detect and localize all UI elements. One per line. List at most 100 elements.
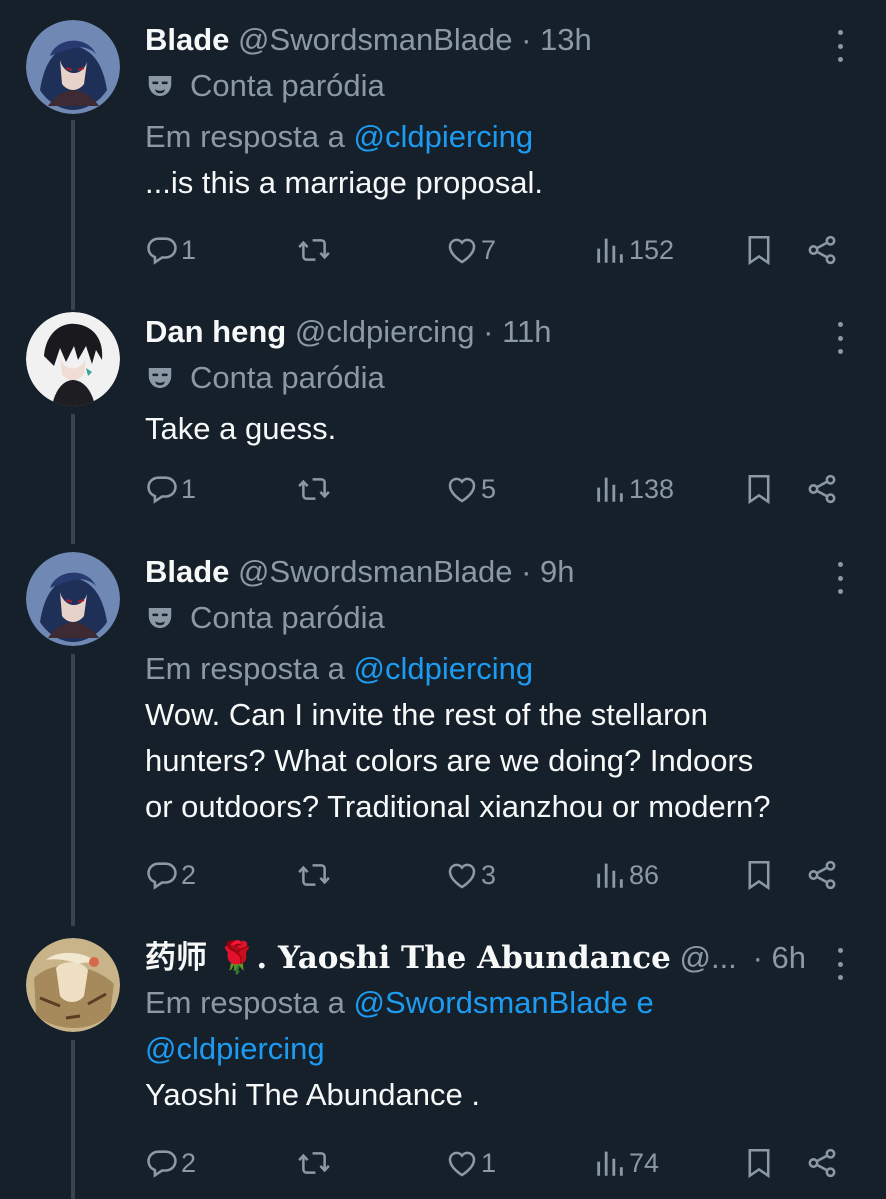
- thread-line: [71, 414, 75, 544]
- like-icon: [445, 233, 479, 267]
- share-button[interactable]: [805, 1141, 839, 1185]
- retweet-icon: [297, 858, 331, 892]
- separator: ·: [474, 314, 503, 349]
- share-icon: [805, 472, 839, 506]
- like-icon: [445, 858, 479, 892]
- bookmark-icon: [742, 472, 776, 506]
- thread-line: [71, 654, 75, 926]
- reply-count: 1: [181, 473, 197, 504]
- handle[interactable]: @SwordsmanBlade: [238, 554, 512, 589]
- like-count: 1: [481, 1147, 497, 1178]
- parody-mask-icon: [145, 603, 175, 633]
- views-button[interactable]: 152: [593, 228, 674, 272]
- reply-count: 1: [181, 234, 197, 265]
- display-name[interactable]: 药师 🌹. Yaoshi The Abundance: [145, 940, 671, 976]
- retweet-icon: [297, 233, 331, 267]
- tweet-text-line: hunters? What colors are we doing? Indoo…: [145, 743, 754, 778]
- display-name[interactable]: Blade: [145, 554, 229, 589]
- action-bar: 1 5 138: [145, 467, 845, 511]
- views-button[interactable]: 74: [593, 1141, 659, 1185]
- reply-context: Em resposta a @cldpiercing: [145, 114, 856, 160]
- reply-icon: [145, 858, 179, 892]
- tweet-time-wrap: · 6h: [753, 938, 806, 978]
- tweet-header: Dan heng @cldpiercing · 11h: [145, 312, 856, 352]
- reply-handle-link[interactable]: @SwordsmanBlade e: [353, 985, 653, 1020]
- bookmark-button[interactable]: [742, 1141, 776, 1185]
- reply-button[interactable]: 2: [145, 1141, 196, 1185]
- reply-button[interactable]: 1: [145, 228, 196, 272]
- retweet-button[interactable]: [297, 853, 333, 897]
- avatar[interactable]: [26, 552, 120, 646]
- reply-count: 2: [181, 859, 197, 890]
- timestamp[interactable]: 13h: [540, 22, 592, 57]
- more-icon[interactable]: [828, 948, 852, 980]
- tweet-text-line: Wow. Can I invite the rest of the stella…: [145, 697, 708, 732]
- separator: ·: [512, 554, 541, 589]
- bookmark-button[interactable]: [742, 228, 776, 272]
- thread-line: [71, 1040, 75, 1199]
- share-icon: [805, 858, 839, 892]
- like-button[interactable]: 1: [445, 1141, 496, 1185]
- reply-button[interactable]: 1: [145, 467, 196, 511]
- tweet-text: Yaoshi The Abundance .: [145, 1077, 480, 1112]
- like-count: 5: [481, 473, 497, 504]
- reply-handle-link[interactable]: @cldpiercing: [145, 1031, 325, 1066]
- reply-prefix: Em resposta a: [145, 985, 354, 1020]
- tweet-text: Wow. Can I invite the rest of the stella…: [145, 692, 856, 830]
- views-button[interactable]: 138: [593, 467, 674, 511]
- timestamp[interactable]: 11h: [502, 314, 551, 349]
- tweet-header: Blade @SwordsmanBlade · 13h: [145, 20, 856, 60]
- share-button[interactable]: [805, 467, 839, 511]
- like-button[interactable]: 7: [445, 228, 496, 272]
- retweet-button[interactable]: [297, 1141, 333, 1185]
- avatar[interactable]: [26, 938, 120, 1032]
- retweet-button[interactable]: [297, 467, 333, 511]
- reply-icon: [145, 472, 179, 506]
- views-icon: [593, 233, 627, 267]
- handle[interactable]: @...: [679, 940, 736, 975]
- parody-label: Conta paródia: [190, 600, 385, 635]
- bookmark-button[interactable]: [742, 853, 776, 897]
- like-count: 7: [481, 234, 497, 265]
- parody-mask-icon: [145, 363, 175, 393]
- handle[interactable]: @SwordsmanBlade: [238, 22, 512, 57]
- timestamp[interactable]: 6h: [772, 940, 806, 975]
- retweet-button[interactable]: [297, 228, 333, 272]
- reply-handle-link[interactable]: @cldpiercing: [353, 651, 533, 686]
- reply-handle-link[interactable]: @cldpiercing: [353, 119, 533, 154]
- avatar[interactable]: [26, 312, 120, 406]
- like-icon: [445, 472, 479, 506]
- bookmark-button[interactable]: [742, 467, 776, 511]
- retweet-icon: [297, 472, 331, 506]
- reply-button[interactable]: 2: [145, 853, 196, 897]
- views-icon: [593, 858, 627, 892]
- handle[interactable]: @cldpiercing: [295, 314, 475, 349]
- views-icon: [593, 472, 627, 506]
- views-count: 86: [629, 859, 660, 890]
- timestamp[interactable]: 9h: [540, 554, 574, 589]
- like-button[interactable]: 5: [445, 467, 496, 511]
- reply-prefix: Em resposta a: [145, 651, 354, 686]
- more-icon[interactable]: [828, 322, 852, 354]
- retweet-icon: [297, 1146, 331, 1180]
- views-button[interactable]: 86: [593, 853, 659, 897]
- parody-label: Conta paródia: [190, 360, 385, 395]
- views-count: 152: [629, 234, 675, 265]
- share-button[interactable]: [805, 853, 839, 897]
- separator: ·: [512, 22, 541, 57]
- separator: ·: [752, 940, 772, 975]
- bookmark-icon: [742, 858, 776, 892]
- views-icon: [593, 1146, 627, 1180]
- like-button[interactable]: 3: [445, 853, 496, 897]
- parody-mask-icon: [145, 71, 175, 101]
- parody-label: Conta paródia: [190, 68, 385, 103]
- reply-icon: [145, 233, 179, 267]
- more-icon[interactable]: [828, 562, 852, 594]
- like-icon: [445, 1146, 479, 1180]
- display-name[interactable]: Dan heng: [145, 314, 286, 349]
- display-name[interactable]: Blade: [145, 22, 229, 57]
- more-icon[interactable]: [828, 30, 852, 62]
- action-bar: 1 7 152: [145, 228, 845, 272]
- avatar[interactable]: [26, 20, 120, 114]
- share-button[interactable]: [805, 228, 839, 272]
